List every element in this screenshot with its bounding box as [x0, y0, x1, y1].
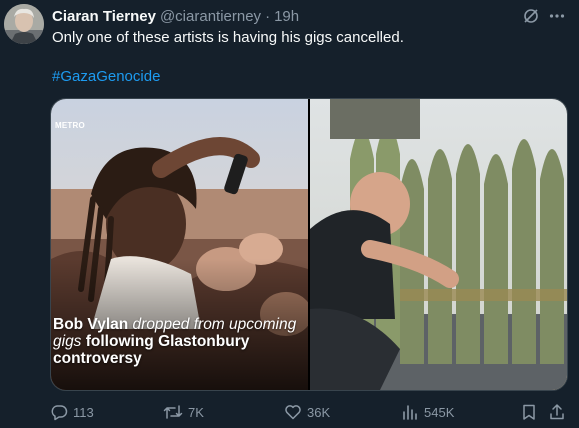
caption-bold-1: Bob Vylan: [53, 316, 133, 333]
author-handle[interactable]: @ciarantierney: [160, 8, 261, 25]
reply-icon: [51, 405, 68, 421]
like-button[interactable]: 36K: [284, 400, 330, 424]
views-icon: [403, 405, 417, 420]
media-grid: METRO Bob Vylan dropped from upcoming gi…: [50, 98, 568, 391]
like-count: 36K: [307, 404, 331, 420]
tweet-text: Only one of these artists is having his …: [52, 29, 404, 46]
avatar[interactable]: [4, 4, 44, 44]
media-image-right[interactable]: [310, 99, 567, 390]
metro-watermark: METRO: [55, 121, 85, 130]
avatar-image: [4, 4, 44, 44]
share-button[interactable]: [548, 400, 571, 424]
author-name[interactable]: Ciaran Tierney: [52, 8, 156, 25]
header-separator: ·: [265, 7, 271, 25]
more-icon-glyph: [549, 14, 565, 18]
action-bar: 113 7K 36K 545K: [50, 400, 570, 424]
repost-icon: [163, 405, 183, 419]
views-count: 545K: [424, 404, 455, 420]
bookmark-icon: [523, 404, 535, 420]
artillery-shells-photo: [310, 99, 567, 390]
tweet-header: Ciaran Tierney @ciarantierney · 19h: [52, 6, 299, 26]
repost-count: 7K: [188, 404, 204, 420]
more-icon[interactable]: [547, 6, 567, 26]
tweet-timestamp[interactable]: 19h: [274, 8, 299, 25]
heart-icon: [285, 405, 301, 420]
grok-icon-glyph: [524, 9, 538, 23]
share-icon: [550, 404, 564, 420]
reply-count: 113: [73, 404, 94, 420]
reply-button[interactable]: 113: [50, 400, 94, 424]
views-button[interactable]: 545K: [401, 400, 454, 424]
image-caption: Bob Vylan dropped from upcoming gigs fol…: [53, 316, 303, 367]
grok-icon[interactable]: [521, 6, 541, 26]
bookmark-button[interactable]: [520, 400, 543, 424]
media-image-left[interactable]: METRO Bob Vylan dropped from upcoming gi…: [51, 99, 308, 390]
repost-button[interactable]: 7K: [163, 400, 204, 424]
hashtag-link[interactable]: #GazaGenocide: [52, 68, 160, 85]
